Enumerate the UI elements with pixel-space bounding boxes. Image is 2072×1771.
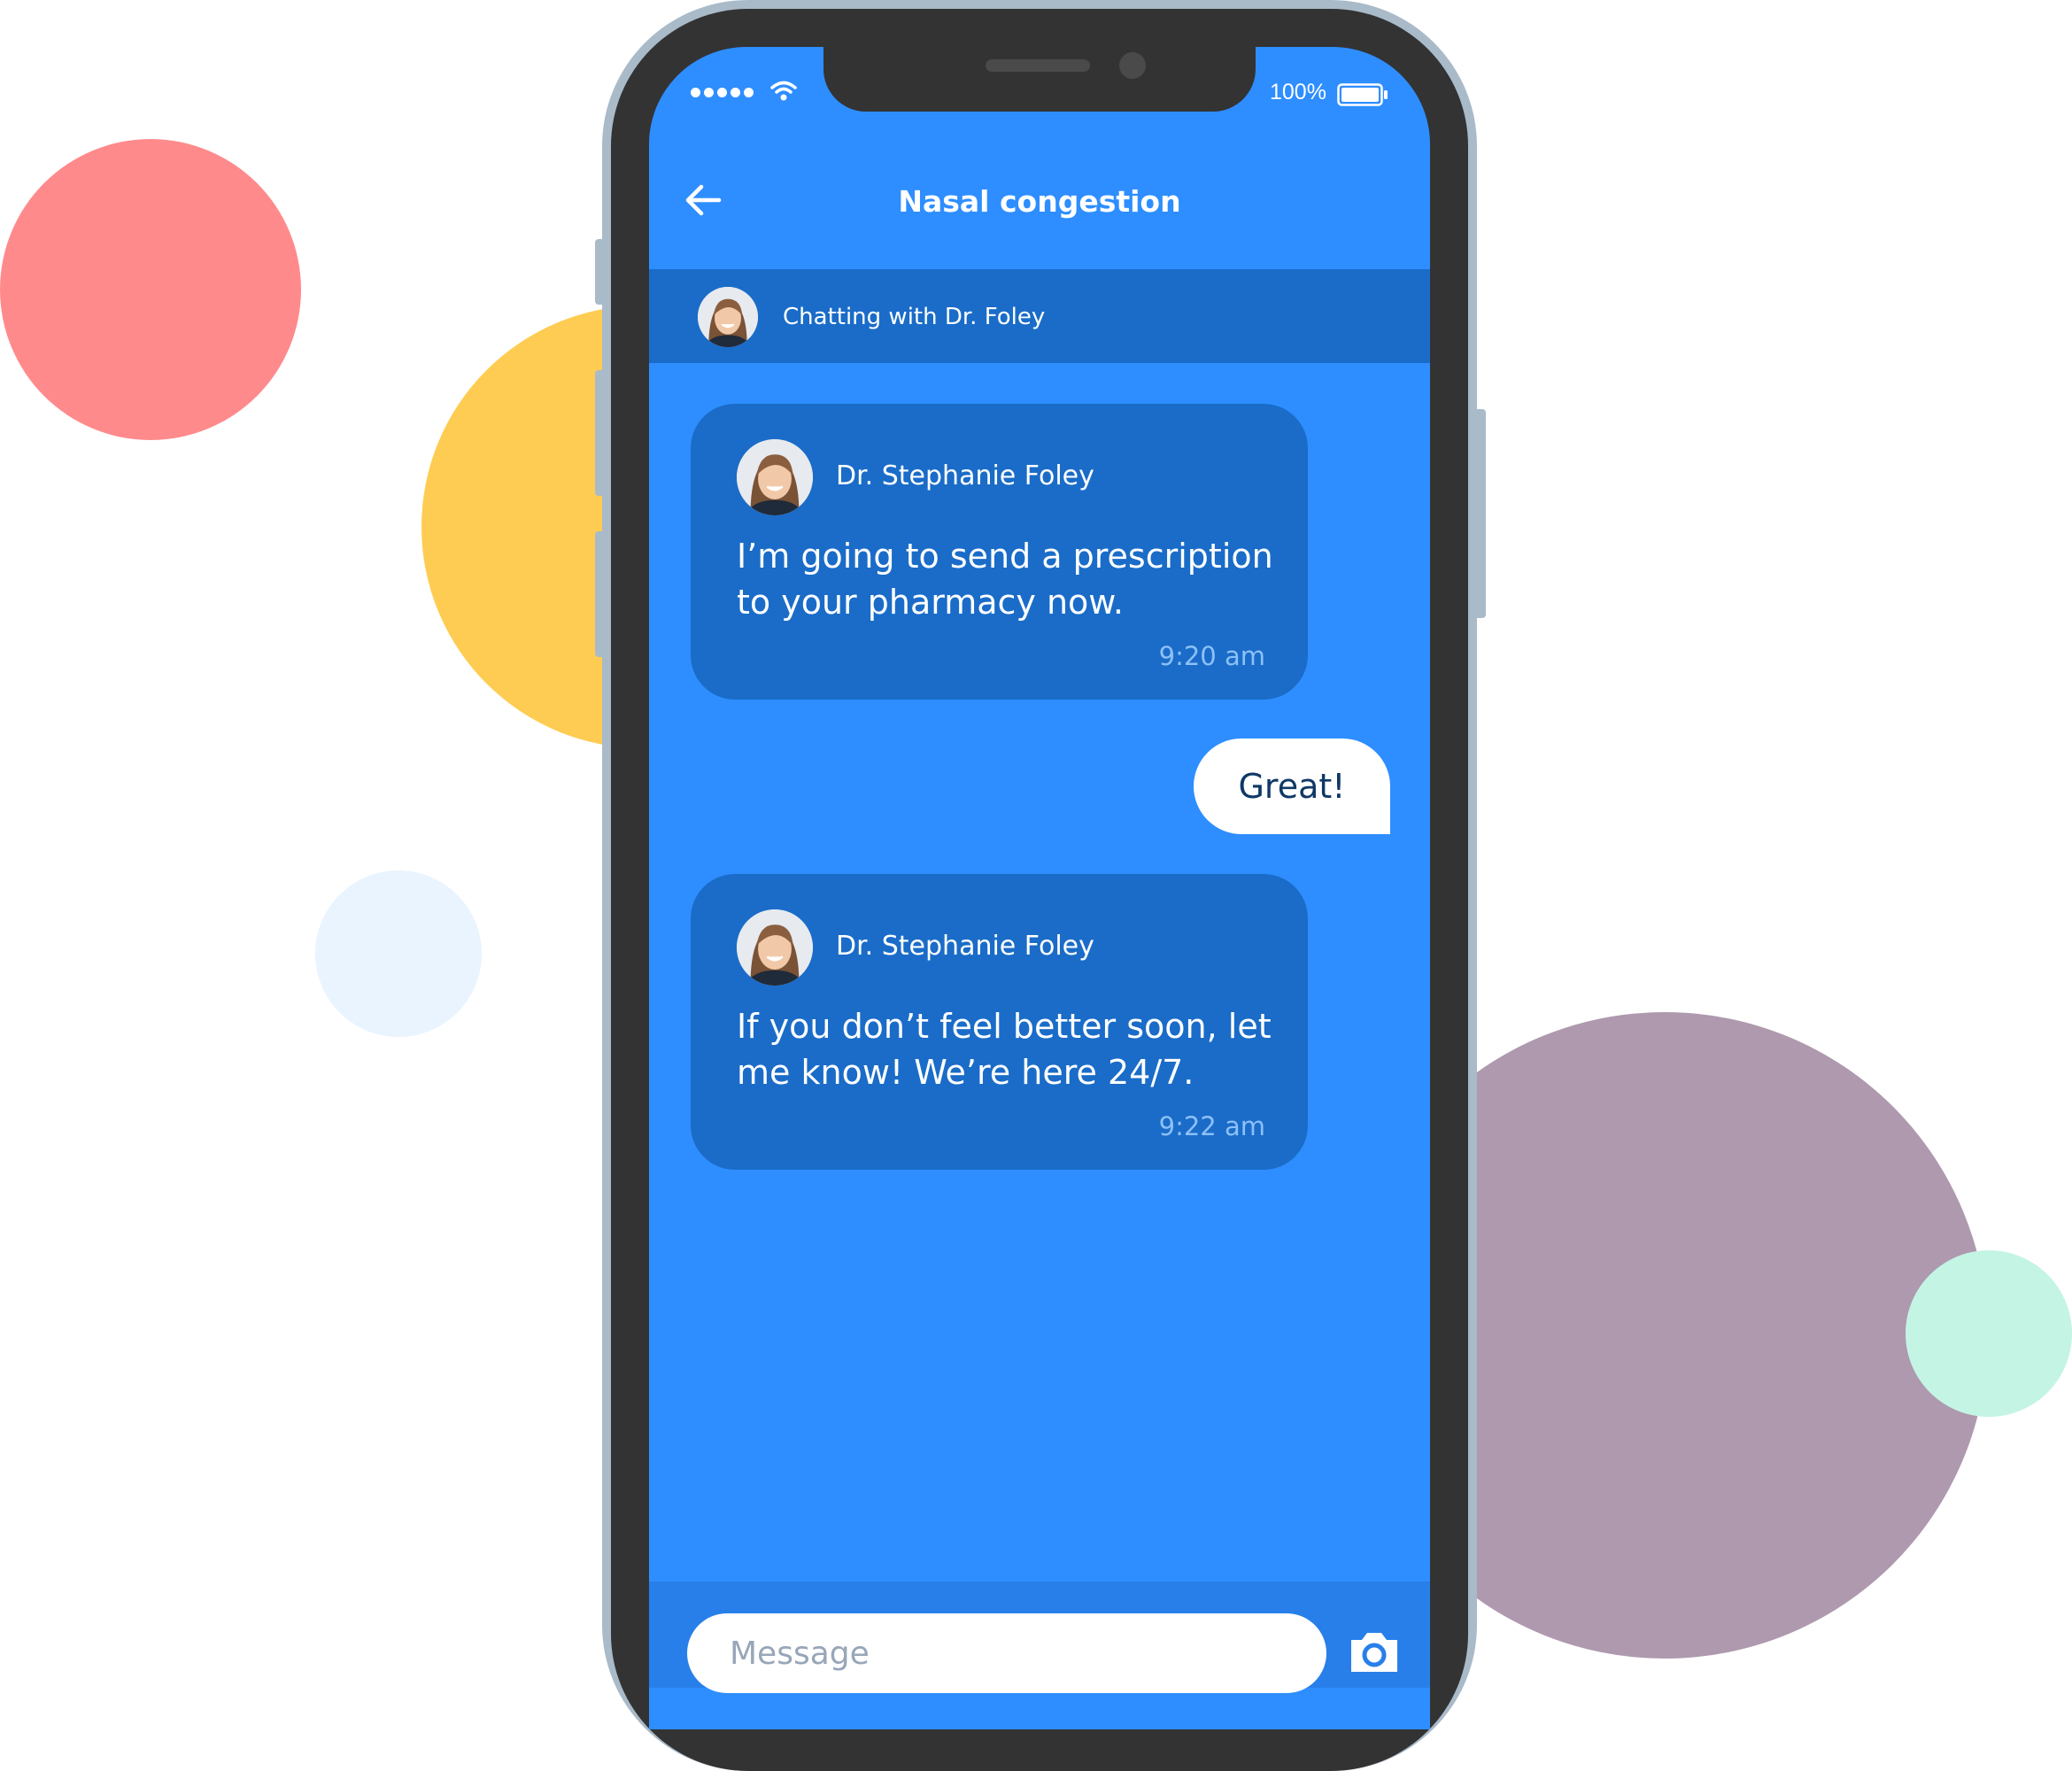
page-title: Nasal congestion	[898, 184, 1181, 219]
front-camera	[1119, 52, 1146, 79]
phone-notch	[823, 35, 1256, 112]
chat-banner-text: Chatting with Dr. Foley	[783, 304, 1046, 330]
speaker-grille	[986, 59, 1090, 72]
message-input[interactable]	[687, 1613, 1326, 1693]
message-text: Great!	[1238, 767, 1346, 806]
message-text: If you don’t feel better soon, let me kn…	[737, 1007, 1272, 1092]
doctor-avatar	[698, 287, 758, 347]
message-sender: Dr. Stephanie Foley	[836, 460, 1094, 491]
message-sender: Dr. Stephanie Foley	[836, 931, 1094, 962]
message-timestamp: 9:20 am	[1158, 641, 1265, 671]
wifi-icon	[770, 81, 797, 101]
message-bubble-incoming: Dr. Stephanie Foley I’m going to send a …	[691, 404, 1308, 700]
camera-icon[interactable]	[1346, 1628, 1403, 1674]
decor-circle-mint	[1906, 1250, 2072, 1417]
message-text: I’m going to send a prescription to your…	[737, 537, 1273, 622]
decor-circle-red	[0, 139, 301, 440]
message-timestamp: 9:22 am	[1158, 1111, 1265, 1141]
decor-circle-light-blue	[315, 870, 482, 1037]
doctor-avatar	[737, 909, 813, 986]
message-bubble-outgoing: Great!	[1194, 739, 1390, 834]
battery-percentage: 100%	[1270, 80, 1326, 104]
battery-icon	[1337, 83, 1388, 106]
message-bubble-incoming: Dr. Stephanie Foley If you don’t feel be…	[691, 874, 1308, 1170]
doctor-avatar	[737, 439, 813, 515]
signal-strength-icon	[691, 88, 754, 97]
